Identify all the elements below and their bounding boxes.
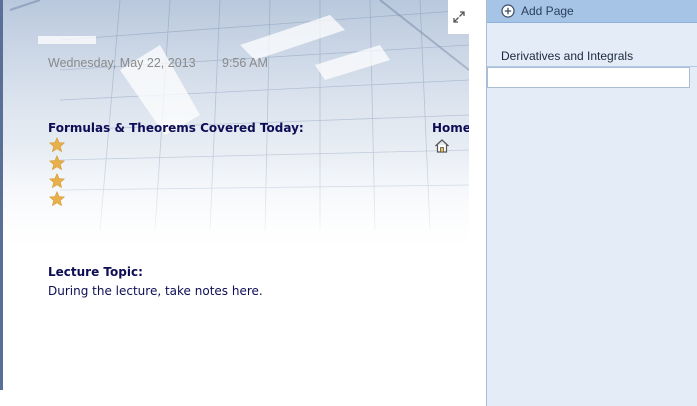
plus-circle-icon [501, 4, 515, 18]
pages-pane: Add Page Derivatives and Integrals [486, 0, 697, 406]
lecture-notes-text[interactable]: During the lecture, take notes here. [48, 284, 263, 298]
star-icon [49, 173, 65, 189]
formula-bullets [49, 137, 65, 209]
page-tab-label: Derivatives and Integrals [501, 49, 634, 63]
expand-button[interactable] [448, 0, 469, 34]
formulas-heading: Formulas & Theorems Covered Today: [48, 121, 304, 135]
home-link[interactable]: Home [432, 121, 469, 135]
pane-gutter [469, 0, 486, 406]
home-icon[interactable] [434, 138, 450, 154]
page-tab-derivatives-and-integrals[interactable]: Derivatives and Integrals [487, 45, 697, 67]
page-left-border [0, 0, 3, 390]
lecture-topic-label: Lecture Topic: [48, 265, 143, 279]
new-page-title-field[interactable] [487, 67, 690, 88]
expand-icon [452, 11, 465, 23]
star-icon [49, 155, 65, 171]
page-time: 9:56 AM [222, 56, 268, 70]
page-date: Wednesday, May 22, 2013 [48, 56, 196, 70]
note-page[interactable]: Wednesday, May 22, 2013 9:56 AM Formulas… [0, 0, 469, 406]
add-page-label: Add Page [521, 4, 574, 18]
star-icon [49, 137, 65, 153]
star-icon [49, 191, 65, 207]
add-page-button[interactable]: Add Page [487, 0, 697, 23]
page-title-area[interactable] [38, 36, 96, 44]
